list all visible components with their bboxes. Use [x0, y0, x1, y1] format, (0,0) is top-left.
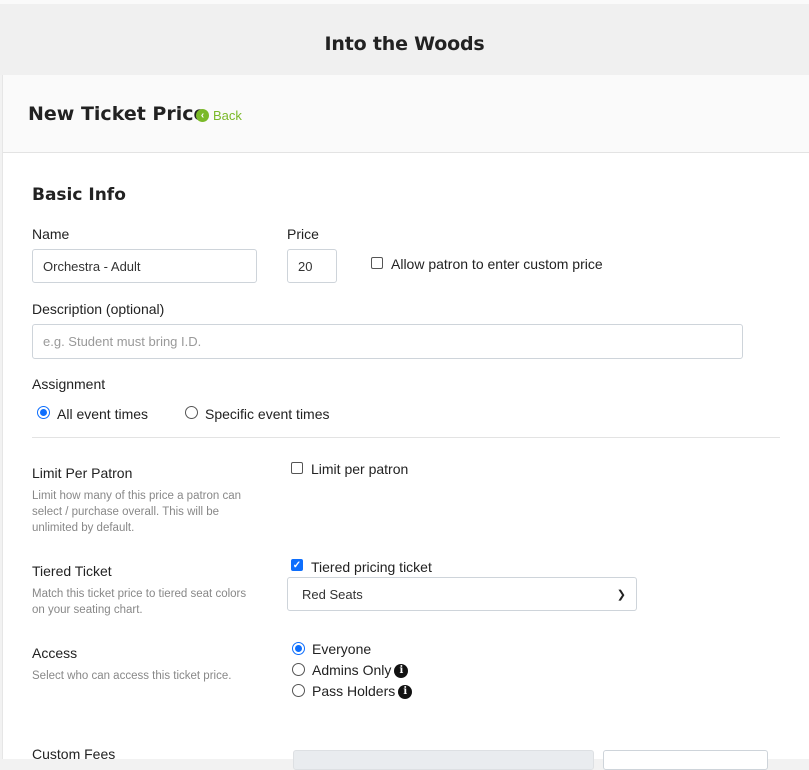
assignment-all-radio[interactable]	[37, 406, 50, 419]
info-circle-icon[interactable]: i	[394, 664, 409, 679]
back-label: Back	[213, 108, 242, 123]
tier-select-value: Red Seats	[302, 586, 363, 602]
assignment-all-label: All event times	[57, 406, 149, 422]
tier-select[interactable]: Red Seats ❯	[287, 577, 637, 611]
access-passholders-radio[interactable]	[292, 684, 305, 697]
access-admins-label: Admins Only	[312, 662, 392, 678]
custom-price-label: Allow patron to enter custom price	[391, 256, 603, 272]
access-passholders-row: Pass Holders i	[312, 683, 413, 700]
assignment-label: Assignment	[32, 376, 106, 392]
info-circle-icon[interactable]: i	[398, 685, 413, 700]
access-admins-row: Admins Only i	[312, 662, 409, 679]
access-title: Access	[32, 645, 78, 661]
name-input[interactable]: Orchestra - Adult	[32, 249, 257, 283]
limit-help: Limit how many of this price a patron ca…	[32, 490, 242, 534]
tiered-help: Match this ticket price to tiered seat c…	[32, 588, 247, 616]
assignment-specific-label: Specific event times	[205, 406, 330, 422]
access-admins-radio[interactable]	[292, 663, 305, 676]
custom-price-checkbox[interactable]	[371, 257, 383, 269]
event-title-bar: Into the Woods	[0, 0, 809, 75]
access-help: Select who can access this ticket price.	[32, 670, 232, 682]
limit-title: Limit Per Patron	[32, 465, 133, 481]
card-header: New Ticket Price ‹ Back	[3, 75, 809, 153]
tiered-title: Tiered Ticket	[32, 563, 112, 579]
arrow-left-circle-icon: ‹	[196, 109, 209, 122]
chevron-down-icon: ❯	[616, 588, 626, 601]
access-everyone-radio[interactable]	[292, 642, 305, 655]
name-label: Name	[32, 226, 70, 242]
price-input[interactable]: 20	[287, 249, 337, 283]
description-label: Description (optional)	[32, 301, 165, 317]
custom-fees-amount-field[interactable]	[603, 750, 768, 770]
access-passholders-label: Pass Holders	[312, 683, 396, 699]
price-label: Price	[287, 226, 319, 242]
access-everyone-label: Everyone	[312, 641, 372, 657]
back-link[interactable]: ‹ Back	[196, 108, 242, 123]
custom-fees-field[interactable]	[293, 750, 594, 770]
tiered-checkbox-label: Tiered pricing ticket	[311, 559, 432, 575]
section-divider	[32, 437, 780, 438]
limit-checkbox[interactable]	[291, 462, 303, 474]
assignment-specific-radio[interactable]	[185, 406, 198, 419]
tiered-checkbox[interactable]: ✓	[291, 559, 303, 571]
custom-fees-title: Custom Fees	[32, 746, 116, 762]
section-title-basic-info: Basic Info	[32, 185, 126, 205]
page-title: New Ticket Price	[28, 103, 207, 125]
limit-checkbox-label: Limit per patron	[311, 461, 409, 477]
event-title: Into the Woods	[324, 33, 485, 55]
description-input[interactable]: e.g. Student must bring I.D.	[32, 324, 743, 359]
